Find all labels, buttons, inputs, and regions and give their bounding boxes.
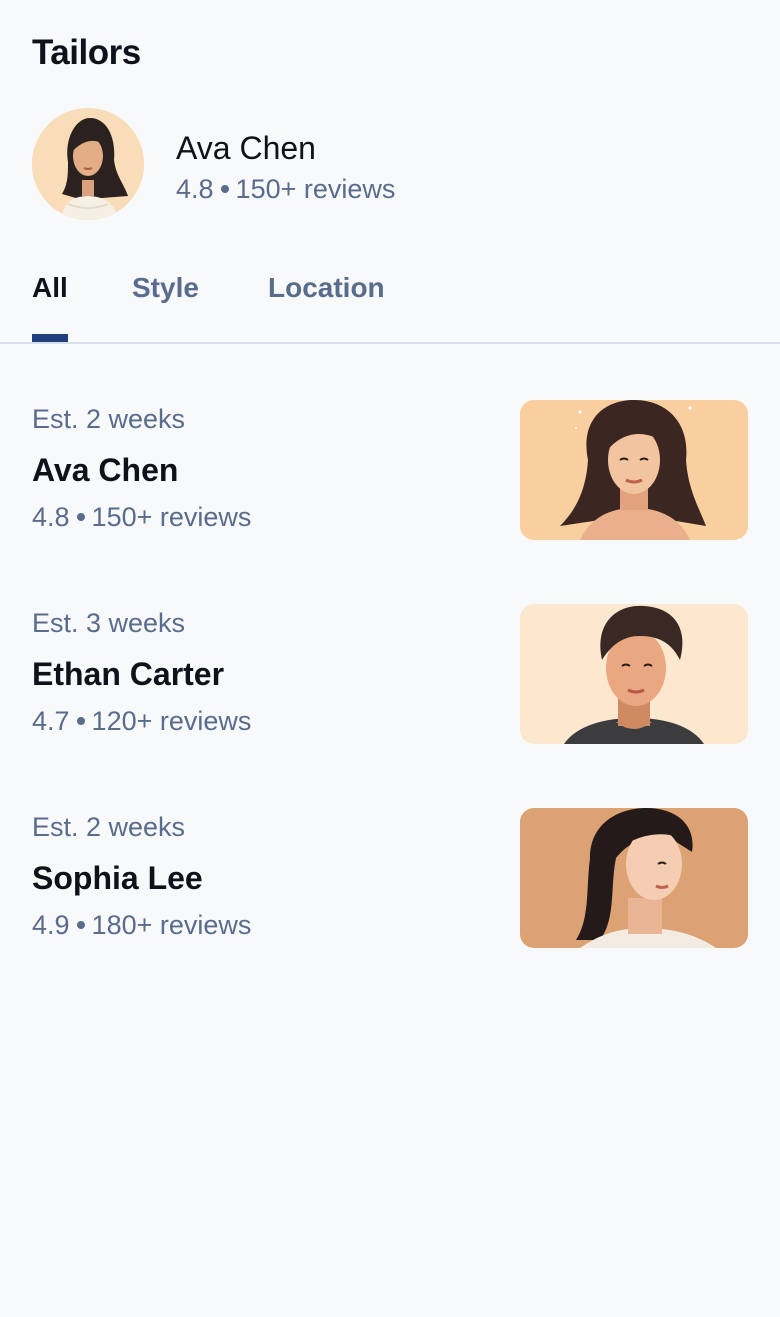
tailor-rating: 4.9 180+ reviews bbox=[32, 908, 251, 942]
list-item[interactable]: Est. 2 weeks Ava Chen 4.8 150+ reviews bbox=[0, 400, 780, 540]
tailor-name: Sophia Lee bbox=[32, 860, 203, 896]
estimate-label: Est. 2 weeks bbox=[32, 812, 186, 842]
tailor-photo bbox=[520, 604, 748, 744]
tailor-name: Ethan Carter bbox=[32, 656, 225, 692]
tailor-rating: 4.7 120+ reviews bbox=[32, 704, 251, 738]
tailor-photo bbox=[520, 400, 748, 540]
rating-value: 4.7 bbox=[32, 706, 70, 736]
tab-all[interactable]: All bbox=[32, 270, 68, 306]
featured-tailor-name: Ava Chen bbox=[176, 130, 316, 166]
rating-value: 4.8 bbox=[176, 174, 214, 204]
list-item[interactable]: Est. 2 weeks Sophia Lee 4.9 180+ reviews bbox=[0, 808, 780, 948]
reviews-count: 120+ reviews bbox=[91, 706, 252, 736]
rating-value: 4.9 bbox=[32, 910, 70, 940]
page-title: Tailors bbox=[32, 33, 141, 72]
tab-style[interactable]: Style bbox=[132, 270, 199, 306]
man-portrait-icon bbox=[520, 604, 748, 744]
tailor-rating: 4.8 150+ reviews bbox=[32, 500, 251, 534]
tailors-screen: Tailors Ava Chen 4.8 150+ reviews All Sty… bbox=[0, 0, 780, 1317]
woman-portrait-icon bbox=[32, 108, 144, 220]
woman-portrait-icon bbox=[520, 808, 748, 948]
avatar bbox=[32, 108, 144, 220]
separator-dot-icon bbox=[220, 184, 229, 193]
estimate-label: Est. 2 weeks bbox=[32, 404, 186, 434]
separator-dot-icon bbox=[76, 920, 85, 929]
reviews-count: 150+ reviews bbox=[235, 174, 396, 204]
estimate-label: Est. 3 weeks bbox=[32, 608, 186, 638]
separator-dot-icon bbox=[76, 716, 85, 725]
featured-tailor-card[interactable]: Ava Chen 4.8 150+ reviews bbox=[32, 108, 732, 220]
filter-tabs: All Style Location bbox=[0, 262, 780, 344]
woman-portrait-icon bbox=[520, 400, 748, 540]
rating-value: 4.8 bbox=[32, 502, 70, 532]
tailor-photo bbox=[520, 808, 748, 948]
reviews-count: 180+ reviews bbox=[91, 910, 252, 940]
active-tab-indicator bbox=[32, 334, 68, 342]
featured-tailor-rating: 4.8 150+ reviews bbox=[176, 172, 395, 206]
reviews-count: 150+ reviews bbox=[91, 502, 252, 532]
separator-dot-icon bbox=[76, 512, 85, 521]
list-item[interactable]: Est. 3 weeks Ethan Carter 4.7 120+ review… bbox=[0, 604, 780, 744]
tailor-name: Ava Chen bbox=[32, 452, 179, 488]
tab-location[interactable]: Location bbox=[268, 270, 385, 306]
